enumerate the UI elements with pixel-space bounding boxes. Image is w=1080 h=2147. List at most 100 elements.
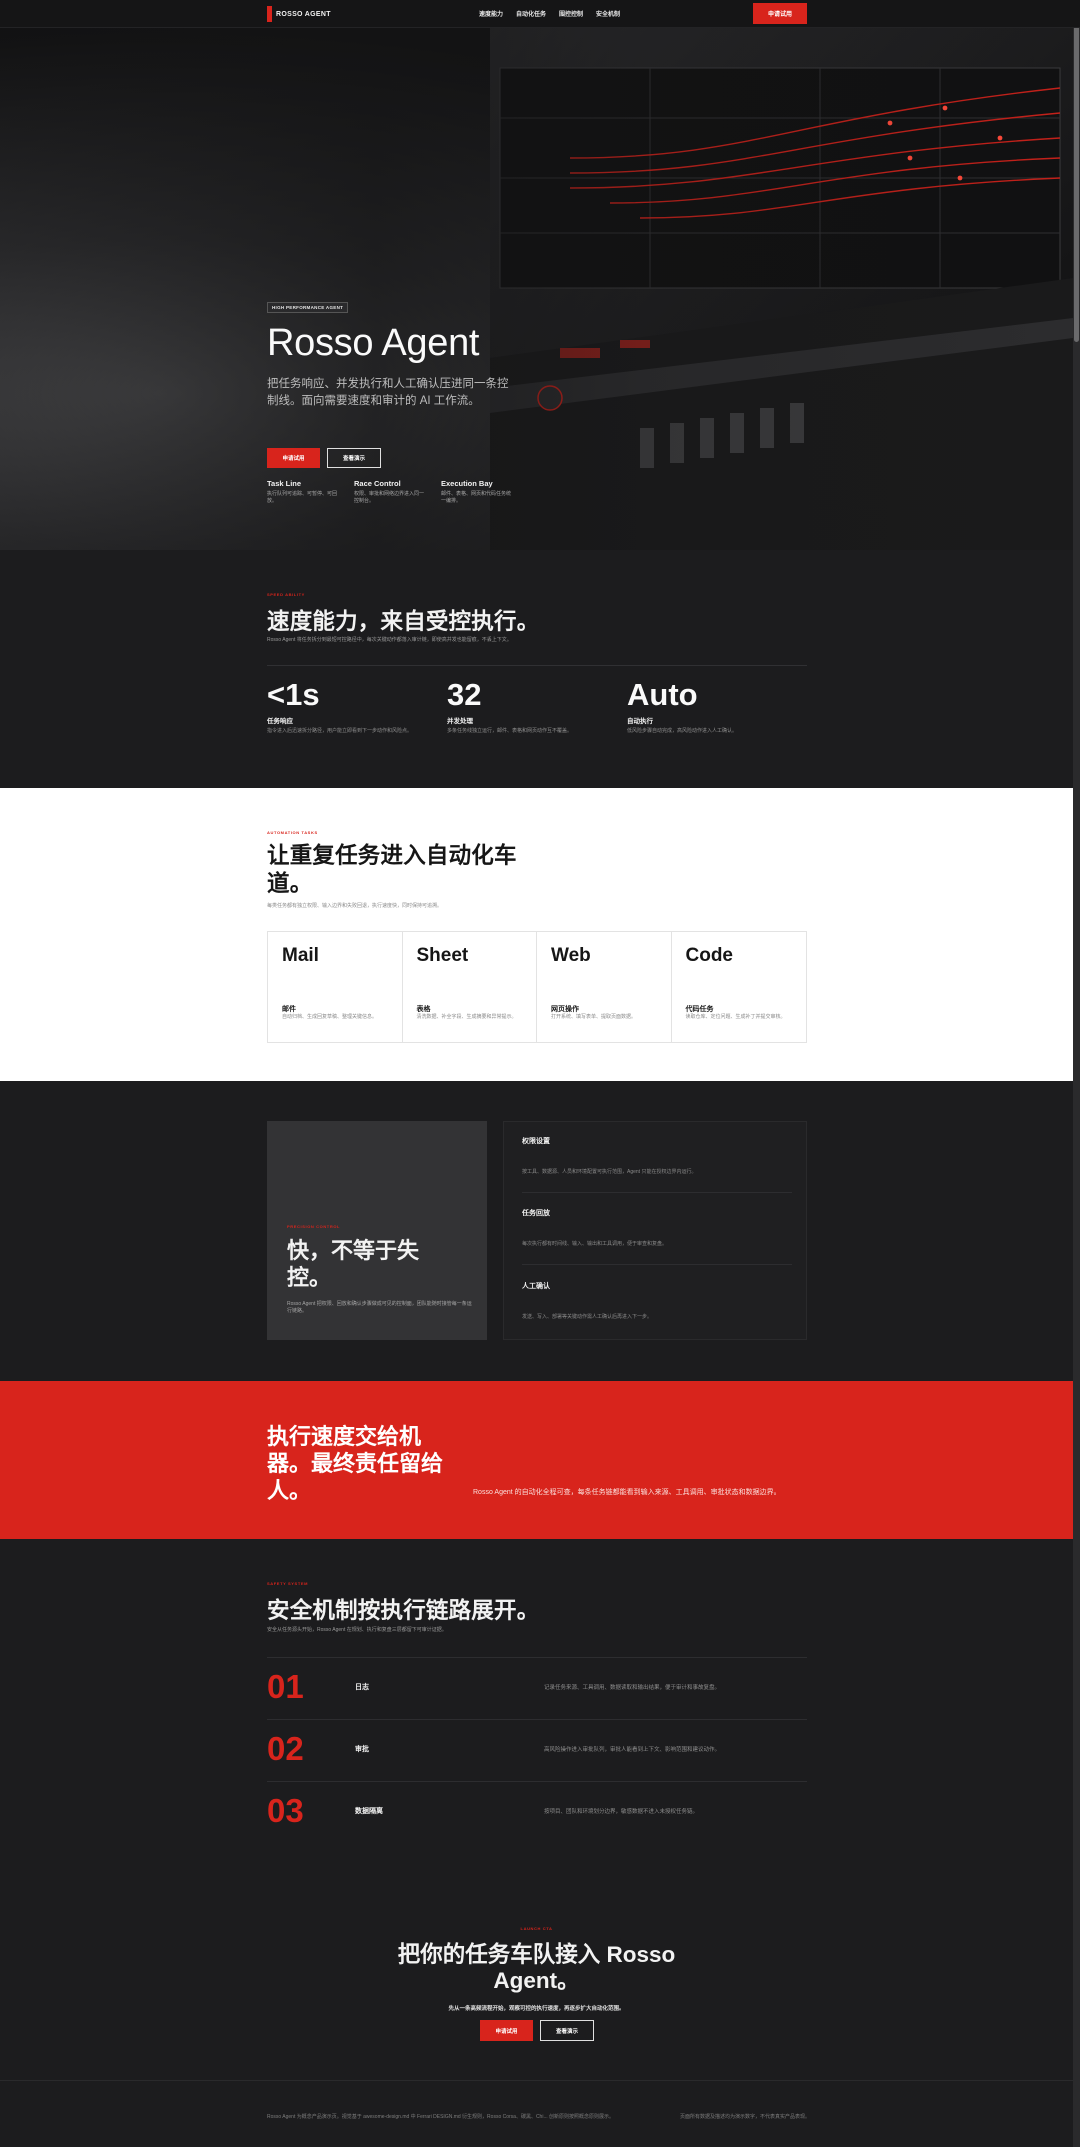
hero-trial-button[interactable]: 申请试用	[267, 448, 320, 468]
card-label: 表格	[416, 1006, 431, 1013]
hero-feature: Race Control 权限、审批和网络边界进入同一控制台。	[354, 479, 427, 505]
hero-feature-title: Execution Bay	[441, 479, 493, 488]
stat-item: <1s 任务响应 指令进入后迅速拆分路径，用户能立即看到下一步动作和风险点。	[267, 678, 447, 735]
nav-link-automation[interactable]: 自动化任务	[516, 9, 546, 18]
control-item-title: 人工确认	[522, 1283, 550, 1290]
stat-number: Auto	[627, 677, 698, 712]
automation-subtitle: 每类任务都有独立权限、输入边界和失败回退，执行速度快，同时保持可追溯。	[267, 903, 443, 909]
control-item-desc: 发送、写入、部署等关键动作需人工确认后再进入下一步。	[522, 1314, 653, 1320]
responsibility-banner: 执行速度交给机器。最终责任留给人。 Rosso Agent 的自动化全程可查，每…	[0, 1381, 1073, 1539]
stat-item: Auto 自动执行 低风险步骤自动完成，高风险动作进入人工确认。	[627, 678, 807, 735]
stat-label: 并发处理	[447, 718, 473, 725]
card-description: 清洗数据、补全字段、生成摘要和异常提示。	[416, 1014, 517, 1020]
step-name: 日志	[355, 1684, 369, 1691]
hero-demo-button[interactable]: 查看演示	[327, 448, 381, 468]
cta-demo-button[interactable]: 查看演示	[540, 2020, 594, 2041]
security-eyebrow: SAFETY SYSTEM	[267, 1581, 309, 1586]
stat-description: 低风险步骤自动完成，高风险动作进入人工确认。	[627, 728, 738, 734]
automation-section: AUTOMATION TASKS 让重复任务进入自动化车道。 每类任务都有独立权…	[0, 788, 1073, 1081]
card-label: 邮件	[282, 1006, 296, 1013]
step-number: 01	[267, 1668, 304, 1705]
hero-description: 把任务响应、并发执行和人工确认压进同一条控制线。面向需要速度和审计的 AI 工作…	[267, 378, 509, 407]
control-item-title: 任务回放	[522, 1210, 550, 1217]
hero-feature: Task Line 执行队列可追踪、可暂停、可回放。	[267, 479, 340, 505]
security-step: 02 审批 高风险操作进入审批队列，审批人能看到上下文、影响范围和建议动作。	[267, 1719, 807, 1781]
scrollbar-thumb[interactable]	[1074, 2, 1079, 342]
footer-note: 页面所有数据及描述均为演示数字，不代表真实产品表现。	[680, 2114, 811, 2120]
card-description: 自动归档、生成回复草稿、整理关键信息。	[282, 1014, 378, 1020]
control-section: PRECISION CONTROL 快，不等于失控。 Rosso Agent 把…	[0, 1081, 1073, 1381]
hero-feature-desc: 权限、审批和网络边界进入同一控制台。	[354, 491, 425, 504]
hero-kicker-badge: HIGH PERFORMANCE AGENT	[267, 302, 349, 313]
control-item-title: 权限设置	[522, 1138, 550, 1145]
step-name: 数据隔离	[355, 1808, 383, 1815]
security-section: SAFETY SYSTEM 安全机制按执行链路展开。 安全从任务源头开始，Ros…	[0, 1539, 1073, 1870]
divider	[522, 1264, 792, 1265]
nav-link-control[interactable]: 围控控制	[559, 9, 583, 18]
divider	[522, 1192, 792, 1193]
nav-link-security[interactable]: 安全机制	[596, 9, 620, 18]
card-description: 读取仓库、定位问题、生成补丁并提交审核。	[685, 1014, 786, 1020]
card-description: 打开系统、填写表单、提取页面数据。	[551, 1014, 637, 1020]
card-label: 代码任务	[685, 1006, 714, 1013]
nav-link-speed[interactable]: 速度能力	[479, 9, 503, 18]
control-eyebrow: PRECISION CONTROL	[287, 1224, 341, 1229]
control-item-permissions: 权限设置 按工具、数据源、人员和环境配置可执行范围，Agent 只能在授权边界内…	[522, 1136, 792, 1175]
page-scrollbar[interactable]	[1073, 0, 1080, 2147]
security-step: 01 日志 记录任务来源、工具调用、数据读取和输出结果，便于审计和事故复盘。	[267, 1657, 807, 1719]
task-card-web[interactable]: Web 网页操作 打开系统、填写表单、提取页面数据。	[537, 932, 672, 1042]
hero-feature-title: Race Control	[354, 479, 401, 488]
speed-eyebrow: SPEED ABILITY	[267, 592, 305, 597]
stat-label: 自动执行	[627, 718, 653, 725]
step-number: 02	[267, 1730, 304, 1767]
control-panel: PRECISION CONTROL 快，不等于失控。 Rosso Agent 把…	[267, 1121, 487, 1340]
stat-number: 32	[447, 677, 482, 712]
banner-text: Rosso Agent 的自动化全程可查，每条任务链都能看到输入来源、工具调用、…	[473, 1489, 781, 1496]
step-name: 审批	[355, 1746, 369, 1753]
step-description: 高风险操作进入审批队列，审批人能看到上下文、影响范围和建议动作。	[544, 1747, 721, 1753]
task-card-mail[interactable]: Mail 邮件 自动归档、生成回复草稿、整理关键信息。	[268, 932, 403, 1042]
speed-section: SPEED ABILITY 速度能力，来自受控执行。 Rosso Agent 将…	[0, 550, 1073, 788]
hero-features: Task Line 执行队列可追踪、可暂停、可回放。 Race Control …	[267, 479, 514, 505]
hero-overlay	[0, 28, 1073, 550]
control-item-desc: 按工具、数据源、人员和环境配置可执行范围，Agent 只能在授权边界内运行。	[522, 1169, 697, 1175]
cta-subtitle: 先从一条高频流程开始，观察可控的执行速度，再逐步扩大自动化范围。	[448, 2006, 625, 2012]
card-label: 网页操作	[551, 1006, 579, 1013]
stat-description: 多条任务线独立运行，邮件、表格和网页动作互不覆盖。	[447, 728, 573, 734]
stat-item: 32 并发处理 多条任务线独立运行，邮件、表格和网页动作互不覆盖。	[447, 678, 627, 735]
task-card-code[interactable]: Code 代码任务 读取仓库、定位问题、生成补丁并提交审核。	[672, 932, 807, 1042]
card-name: Mail	[282, 945, 319, 966]
stat-number: <1s	[267, 677, 320, 712]
card-name: Web	[551, 945, 591, 966]
control-item-replay: 任务回放 每次执行都有时间线、输入、输出和工具调用，便于审查和复盘。	[522, 1208, 792, 1247]
task-cards: Mail 邮件 自动归档、生成回复草稿、整理关键信息。 Sheet 表格 清洗数…	[267, 931, 807, 1043]
step-description: 按项目、团队和环境划分边界，敏感数据不进入未授权任务链。	[544, 1809, 699, 1815]
top-nav: ROSSO AGENT 速度能力 自动化任务 围控控制 安全机制 申请试用	[0, 0, 1080, 28]
brand-name: ROSSO AGENT	[276, 10, 331, 18]
control-list: 权限设置 按工具、数据源、人员和环境配置可执行范围，Agent 只能在授权边界内…	[503, 1121, 807, 1340]
automation-title: 让重复任务进入自动化车道。	[267, 843, 517, 896]
stats-row: <1s 任务响应 指令进入后迅速拆分路径，用户能立即看到下一步动作和风险点。 3…	[267, 665, 807, 735]
nav-trial-button[interactable]: 申请试用	[753, 3, 807, 24]
control-item-desc: 每次执行都有时间线、输入、输出和工具调用，便于审查和复盘。	[522, 1241, 668, 1247]
hero-feature: Execution Bay 邮件、表格、网页和代码任务统一编排。	[441, 479, 514, 505]
security-subtitle: 安全从任务源头开始，Rosso Agent 在规划、执行和复盘三层都留下可审计证…	[267, 1627, 447, 1633]
automation-eyebrow: AUTOMATION TASKS	[267, 830, 318, 835]
footer: Rosso Agent 为概念产品演示页。视觉基于 awesome-design…	[0, 2080, 1073, 2147]
step-number: 03	[267, 1792, 304, 1829]
hero-feature-desc: 邮件、表格、网页和代码任务统一编排。	[441, 491, 512, 504]
cta-title: 把你的任务车队接入 Rosso Agent。	[0, 1942, 1073, 1994]
card-name: Code	[685, 945, 734, 966]
banner-title: 执行速度交给机器。最终责任留给人。	[267, 1424, 444, 1503]
hero-title: Rosso Agent	[267, 322, 480, 364]
footer-disclaimer: Rosso Agent 为概念产品演示页。视觉基于 awesome-design…	[267, 2114, 615, 2120]
card-name: Sheet	[416, 945, 469, 966]
stat-label: 任务响应	[267, 718, 293, 725]
hero-feature-desc: 执行队列可追踪、可暂停、可回放。	[267, 491, 338, 504]
cta-trial-button[interactable]: 申请试用	[480, 2020, 533, 2041]
task-card-sheet[interactable]: Sheet 表格 清洗数据、补全字段、生成摘要和异常提示。	[403, 932, 537, 1042]
security-title: 安全机制按执行链路展开。	[267, 1598, 540, 1623]
brand-logo[interactable]: ROSSO AGENT	[267, 6, 331, 22]
speed-title: 速度能力，来自受控执行。	[267, 609, 540, 634]
control-description: Rosso Agent 把权限、回放和确认步骤做成可见的控制面，团队能随时接管每…	[287, 1301, 472, 1314]
